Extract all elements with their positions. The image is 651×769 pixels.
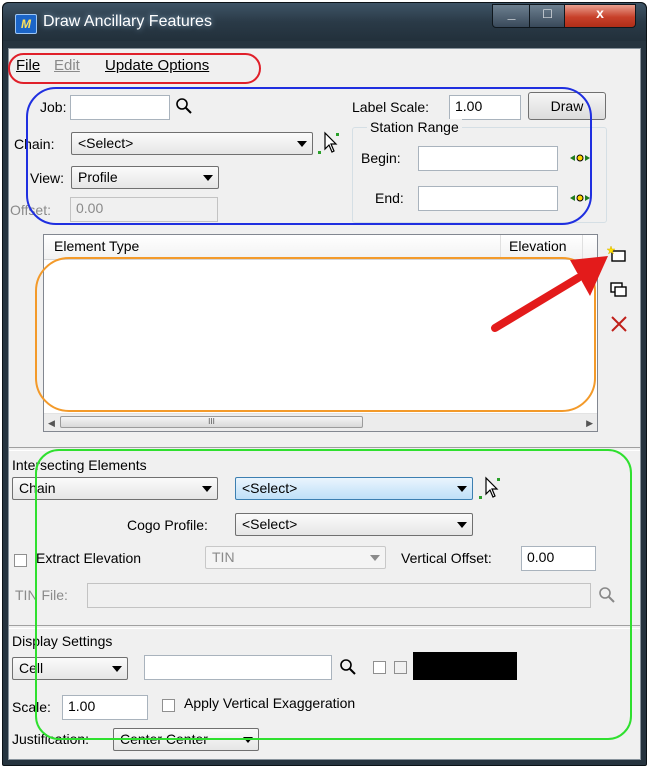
cogo-profile-label: Cogo Profile: — [127, 517, 208, 533]
begin-station-input[interactable] — [418, 146, 558, 171]
color-swatch[interactable] — [413, 652, 517, 680]
chevron-down-icon — [112, 666, 122, 672]
dialog-window: M Draw Ancillary Features _ □ x File Edi… — [2, 2, 647, 766]
intersect-element-select[interactable]: <Select> — [235, 477, 473, 500]
extract-elevation-checkbox[interactable] — [14, 554, 27, 567]
intersect-type-value: Chain — [19, 480, 56, 496]
view-select-value: Profile — [78, 169, 118, 185]
tin-file-input[interactable] — [87, 583, 591, 608]
job-label: Job: — [40, 99, 67, 115]
label-scale-label: Label Scale: — [352, 99, 430, 115]
menu-bar: File Edit Update Options — [9, 54, 640, 78]
minimize-button[interactable]: _ — [492, 4, 531, 28]
end-station-input[interactable] — [418, 186, 558, 211]
search-icon[interactable] — [175, 97, 193, 115]
menu-update-options-label: Update Options — [105, 57, 210, 74]
color-picker-button[interactable] — [394, 661, 407, 674]
justification-value: Center Center — [120, 731, 208, 747]
begin-label: Begin: — [361, 150, 401, 166]
vertical-offset-label: Vertical Offset: — [401, 550, 492, 566]
chain-select-value: <Select> — [78, 135, 134, 151]
intersect-type-select[interactable]: Chain — [12, 477, 218, 500]
menu-edit[interactable]: Edit — [54, 57, 80, 74]
cogo-profile-value: <Select> — [242, 516, 298, 532]
chevron-down-icon — [203, 175, 213, 181]
title-bar[interactable]: M Draw Ancillary Features _ □ x — [3, 3, 646, 41]
chain-label: Chain: — [14, 136, 55, 152]
display-type-value: Cell — [19, 660, 44, 676]
color-checkbox[interactable] — [373, 661, 386, 674]
vertical-offset-input[interactable]: 0.00 — [521, 546, 596, 571]
justification-label: Justification: — [12, 731, 90, 747]
menu-file[interactable]: File — [16, 57, 40, 74]
view-label: View: — [30, 170, 64, 186]
chevron-down-icon — [370, 555, 380, 561]
section-divider — [9, 625, 640, 629]
label-scale-input[interactable]: 1.00 — [449, 95, 521, 120]
display-settings-title: Display Settings — [12, 633, 113, 649]
intersecting-elements-title: Intersecting Elements — [12, 457, 147, 473]
pick-element-icon[interactable] — [478, 476, 502, 502]
horizontal-scrollbar[interactable]: ◀ III ▶ — [44, 413, 597, 431]
offset-label: Offset: — [10, 202, 51, 218]
scroll-left-icon[interactable]: ◀ — [48, 418, 55, 429]
view-select[interactable]: Profile — [71, 166, 219, 189]
chevron-down-icon — [202, 486, 212, 492]
close-button[interactable]: x — [564, 4, 636, 28]
pointer-arrow-icon — [491, 256, 608, 332]
search-icon[interactable] — [339, 658, 357, 676]
offset-input[interactable]: 0.00 — [70, 197, 218, 222]
menu-file-label: File — [16, 57, 41, 74]
chain-select[interactable]: <Select> — [71, 132, 313, 155]
chevron-down-icon — [243, 737, 253, 743]
pick-element-icon[interactable] — [317, 131, 341, 157]
maximize-button[interactable]: □ — [529, 4, 566, 28]
menu-update-options[interactable]: Update Options — [105, 57, 209, 74]
draw-button[interactable]: Draw — [528, 92, 606, 120]
scale-input[interactable]: 1.00 — [62, 695, 148, 720]
tin-file-label: TIN File: — [15, 587, 68, 603]
extract-elevation-label: Extract Elevation — [36, 550, 142, 566]
chevron-down-icon — [297, 141, 307, 147]
job-input[interactable] — [70, 95, 170, 120]
window-title: Draw Ancillary Features — [43, 13, 212, 30]
cogo-profile-select[interactable]: <Select> — [235, 513, 473, 536]
display-type-select[interactable]: Cell — [12, 657, 128, 680]
apply-vertical-exaggeration-checkbox[interactable] — [162, 699, 175, 712]
intersect-element-value: <Select> — [242, 480, 298, 496]
column-element-type[interactable]: Element Type — [54, 238, 139, 254]
section-divider — [9, 447, 640, 451]
cell-name-input[interactable] — [144, 655, 332, 680]
scale-label: Scale: — [12, 699, 51, 715]
station-range-title: Station Range — [367, 119, 462, 135]
apply-vertical-exaggeration-label: Apply Vertical Exaggeration — [184, 695, 356, 711]
justification-select[interactable]: Center Center — [113, 728, 259, 751]
menu-edit-label: Edit — [54, 57, 80, 74]
dialog-client-area: File Edit Update Options Job: Label Scal… — [8, 48, 641, 760]
chevron-down-icon — [457, 522, 467, 528]
tin-source-value: TIN — [212, 549, 235, 565]
app-icon: M — [15, 14, 37, 34]
locate-station-icon[interactable] — [569, 190, 591, 206]
tin-source-select[interactable]: TIN — [205, 546, 386, 569]
end-label: End: — [375, 190, 404, 206]
scroll-right-icon[interactable]: ▶ — [586, 418, 593, 429]
chevron-down-icon — [457, 486, 467, 492]
scrollbar-thumb[interactable]: III — [60, 416, 363, 428]
search-icon[interactable] — [598, 586, 616, 604]
locate-station-icon[interactable] — [569, 150, 591, 166]
